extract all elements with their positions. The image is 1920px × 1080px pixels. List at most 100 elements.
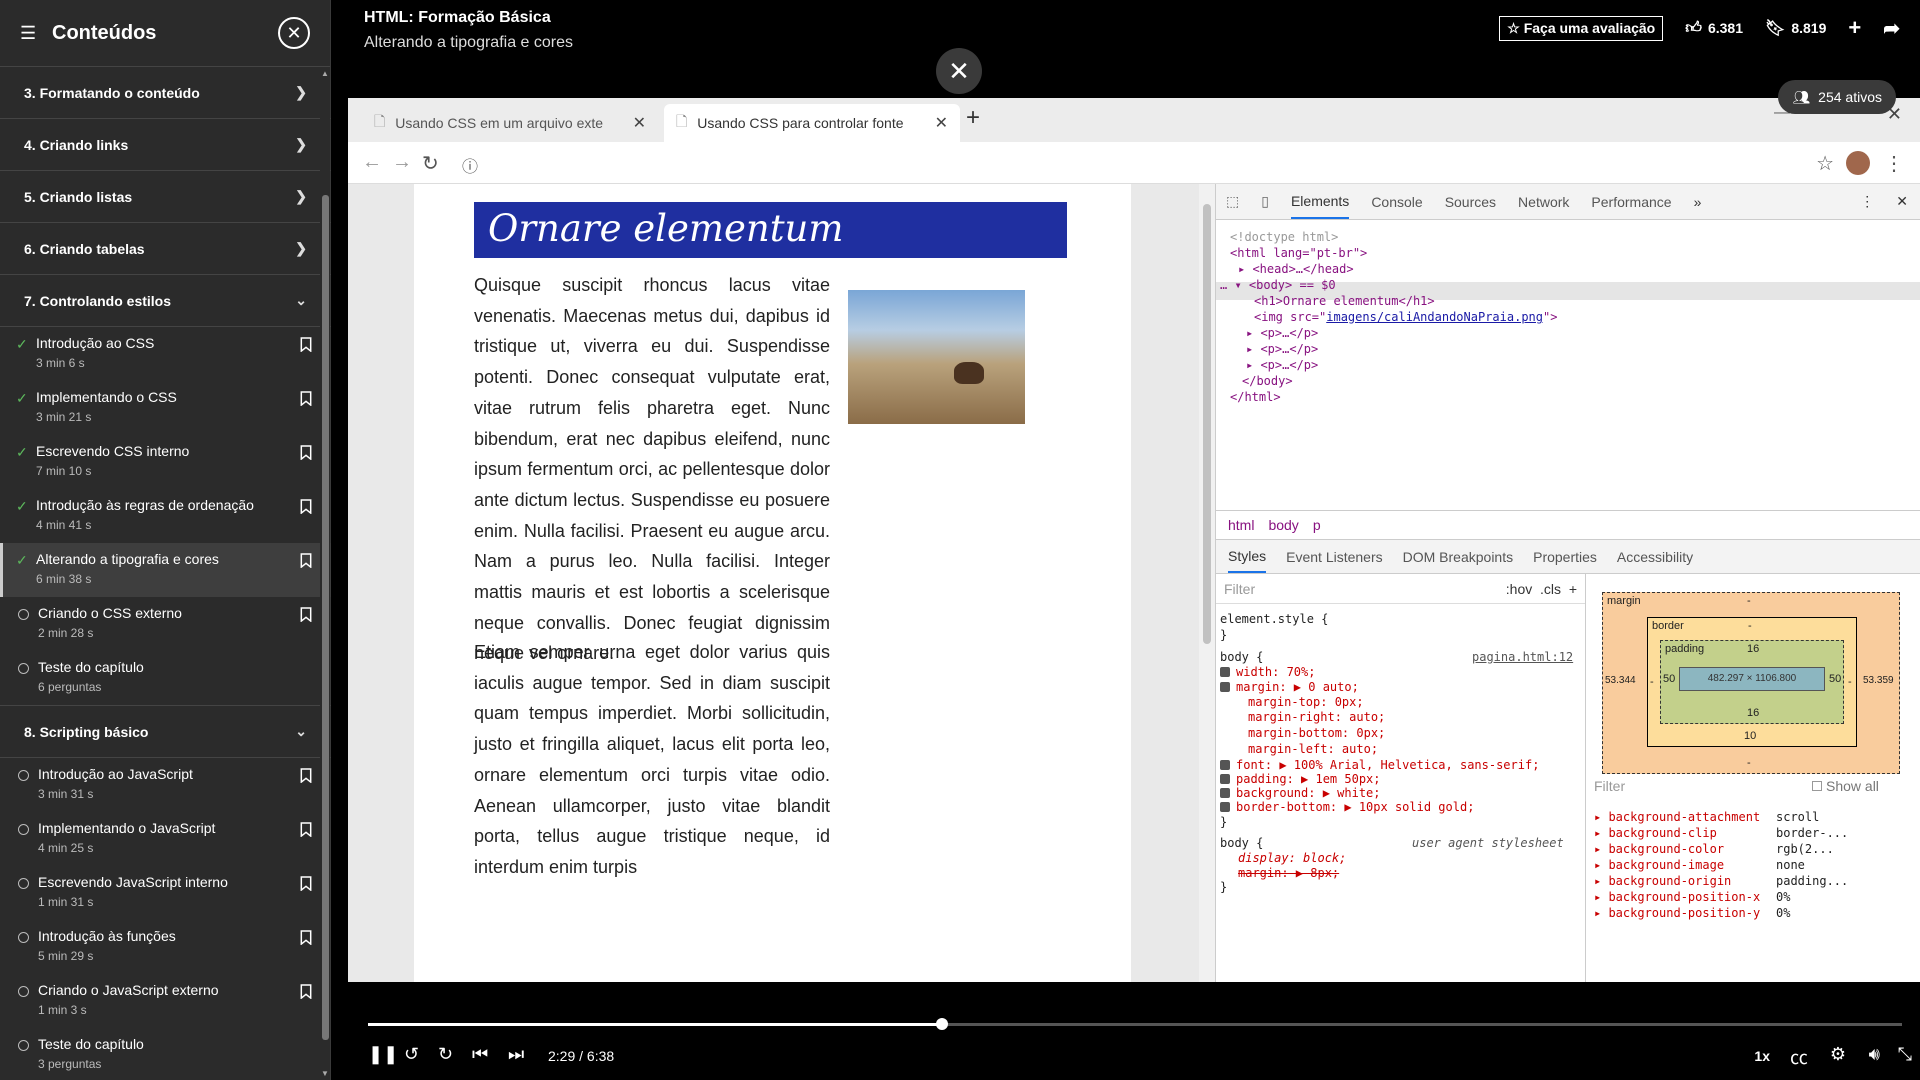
bookmark-icon[interactable]: [299, 930, 313, 945]
chapter-7[interactable]: 7. Controlando estilos ⌄: [0, 275, 331, 327]
progress-handle[interactable]: [935, 1018, 948, 1030]
computed-row[interactable]: ▸ background-image none: [1586, 858, 1920, 874]
checkbox[interactable]: [1812, 781, 1822, 791]
settings-more-icon[interactable]: ⋮: [1860, 193, 1874, 210]
decl-background[interactable]: background: ▶ white;: [1220, 786, 1381, 800]
chapter-3[interactable]: 3. Formatando o conteúdo ❯: [0, 67, 331, 119]
computed-filter-input[interactable]: Filter: [1594, 778, 1625, 794]
checkbox[interactable]: [1220, 760, 1230, 770]
computed-row[interactable]: ▸ background-position-x 0%: [1586, 890, 1920, 906]
inspect-icon[interactable]: ⬚: [1226, 193, 1239, 210]
browser-tab-1[interactable]: 🗋 Usando CSS em um arquivo exte ✕: [362, 104, 658, 142]
dom-h1[interactable]: <h1>Ornare elementum</h1>: [1254, 294, 1435, 308]
show-all-toggle[interactable]: Show all: [1812, 778, 1879, 794]
rewind-icon[interactable]: ↺: [404, 1044, 419, 1065]
decl-margin-left[interactable]: margin-left: auto;: [1248, 742, 1378, 756]
box-content[interactable]: 482.297 × 1106.800: [1679, 667, 1825, 691]
dom-body[interactable]: … ▾ <body> == $0: [1220, 278, 1336, 292]
close-devtools-icon[interactable]: ✕: [1896, 193, 1908, 210]
tab-elements[interactable]: Elements: [1290, 185, 1350, 219]
lesson-item[interactable]: Criando o JavaScript externo 1 min 3 s: [0, 974, 331, 1028]
more-icon[interactable]: ⋮: [1884, 151, 1904, 176]
decl-margin-bottom[interactable]: margin-bottom: 0px;: [1248, 726, 1385, 740]
bookmark-icon[interactable]: [299, 984, 313, 999]
decl-width[interactable]: width: 70%;: [1220, 665, 1315, 679]
dom-doctype[interactable]: <!doctype html>: [1230, 230, 1338, 244]
checkbox[interactable]: [1220, 682, 1230, 692]
dom-p-2[interactable]: ▸ <p>…</p>: [1246, 342, 1318, 356]
lesson-item[interactable]: Introdução às funções 5 min 29 s: [0, 920, 331, 974]
like-button[interactable]: 👍︎ 6.381: [1685, 19, 1743, 38]
dom-img[interactable]: <img src="imagens/caliAndandoNaPraia.png…: [1254, 310, 1557, 324]
back-icon[interactable]: ←: [362, 151, 382, 174]
rate-course-button[interactable]: ☆ Faça uma avaliação: [1499, 15, 1664, 41]
save-button[interactable]: 🔖︎ 8.819: [1765, 18, 1826, 38]
lesson-item[interactable]: Escrevendo JavaScript interno 1 min 31 s: [0, 866, 331, 920]
forward-icon[interactable]: →: [392, 151, 412, 174]
decl-font[interactable]: font: ▶ 100% Arial, Helvetica, sans-seri…: [1220, 758, 1539, 772]
checkbox[interactable]: [1220, 788, 1230, 798]
computed-row[interactable]: ▸ background-attachment scroll: [1586, 810, 1920, 826]
new-tab-icon[interactable]: +: [966, 104, 980, 132]
lesson-item[interactable]: ✓ Implementando o CSS 3 min 21 s: [0, 381, 331, 435]
bookmark-icon[interactable]: [299, 768, 313, 783]
computed-row[interactable]: ▸ background-clip border-...: [1586, 826, 1920, 842]
reload-icon[interactable]: ↻: [422, 151, 439, 176]
close-tab-icon[interactable]: ✕: [633, 113, 646, 133]
add-rule-icon[interactable]: +: [1569, 581, 1577, 597]
crumb-body[interactable]: body: [1268, 517, 1298, 533]
computed-row[interactable]: ▸ background-origin padding...: [1586, 874, 1920, 890]
dom-head[interactable]: ▸ <head>…</head>: [1238, 262, 1354, 276]
decl-margin[interactable]: margin: ▶ 0 auto;: [1220, 680, 1359, 694]
checkbox[interactable]: [1220, 774, 1230, 784]
tab-styles[interactable]: Styles: [1228, 541, 1267, 573]
computed-row[interactable]: ▸ background-color rgb(2...: [1586, 842, 1920, 858]
bookmark-icon[interactable]: [299, 553, 313, 568]
avatar[interactable]: [1846, 151, 1870, 175]
bookmark-icon[interactable]: [299, 876, 313, 891]
device-icon[interactable]: ▯: [1261, 193, 1269, 210]
lesson-item[interactable]: Teste do capítulo 6 perguntas: [0, 651, 331, 705]
settings-icon[interactable]: ⚙: [1830, 1044, 1846, 1065]
lesson-item[interactable]: ✓ Introdução ao CSS 3 min 6 s: [0, 327, 331, 381]
viewers-badge[interactable]: 👥︎ 254 ativos: [1778, 80, 1896, 114]
scrollbar-thumb[interactable]: [1203, 204, 1211, 644]
rule-source-link[interactable]: pagina.html:12: [1472, 650, 1573, 664]
cls-toggle[interactable]: .cls: [1540, 581, 1561, 597]
checkbox[interactable]: [1220, 802, 1230, 812]
bookmark-icon[interactable]: [299, 499, 313, 514]
tab-network[interactable]: Network: [1518, 186, 1569, 218]
video-frame[interactable]: 🗋 Usando CSS em um arquivo exte ✕ 🗋 Usando …: [348, 98, 1920, 982]
crumb-p[interactable]: p: [1313, 517, 1321, 533]
bookmark-icon[interactable]: [299, 337, 313, 352]
lesson-item[interactable]: Introdução ao JavaScript 3 min 31 s: [0, 758, 331, 812]
pause-icon[interactable]: ❚❚: [368, 1044, 398, 1065]
styles-filter-input[interactable]: Filter: [1224, 581, 1255, 597]
info-icon[interactable]: ⓘ: [462, 153, 478, 177]
box-padding[interactable]: padding 16 16 50 50 482.297 × 1106.800: [1660, 640, 1844, 724]
webpage-scrollbar[interactable]: [1199, 184, 1215, 982]
browser-tab-2[interactable]: 🗋 Usando CSS para controlar fonte ✕: [664, 104, 960, 142]
bookmark-icon[interactable]: [299, 822, 313, 837]
tab-console[interactable]: Console: [1371, 186, 1422, 218]
lesson-item[interactable]: Implementando o JavaScript 4 min 25 s: [0, 812, 331, 866]
forward-icon[interactable]: ↻: [438, 1044, 453, 1065]
hov-toggle[interactable]: :hov: [1506, 581, 1532, 597]
scroll-down-icon[interactable]: ▼: [321, 1069, 329, 1078]
lesson-item[interactable]: ✓ Escrevendo CSS interno 7 min 10 s: [0, 435, 331, 489]
dom-p-1[interactable]: ▸ <p>…</p>: [1246, 326, 1318, 340]
tab-sources[interactable]: Sources: [1445, 186, 1496, 218]
chapter-6[interactable]: 6. Criando tabelas ❯: [0, 223, 331, 275]
scrollbar-thumb[interactable]: [322, 195, 329, 1040]
next-icon[interactable]: ⏭: [508, 1044, 524, 1065]
chapter-4[interactable]: 4. Criando links ❯: [0, 119, 331, 171]
dom-p-3[interactable]: ▸ <p>…</p>: [1246, 358, 1318, 372]
box-border[interactable]: border - 10 - - padding 16 16 50 50 482.…: [1647, 617, 1857, 747]
exit-fullscreen-icon[interactable]: ⤡: [1898, 1044, 1912, 1065]
chapter-8[interactable]: 8. Scripting básico ⌄: [0, 706, 331, 758]
tab-dom-breakpoints[interactable]: DOM Breakpoints: [1403, 549, 1513, 565]
decl-border-bottom[interactable]: border-bottom: ▶ 10px solid gold;: [1220, 800, 1474, 814]
previous-icon[interactable]: ⏮: [472, 1044, 488, 1065]
close-overlay-button[interactable]: ✕: [936, 48, 982, 94]
sidebar-scrollbar[interactable]: ▲ ▼: [320, 67, 330, 1080]
